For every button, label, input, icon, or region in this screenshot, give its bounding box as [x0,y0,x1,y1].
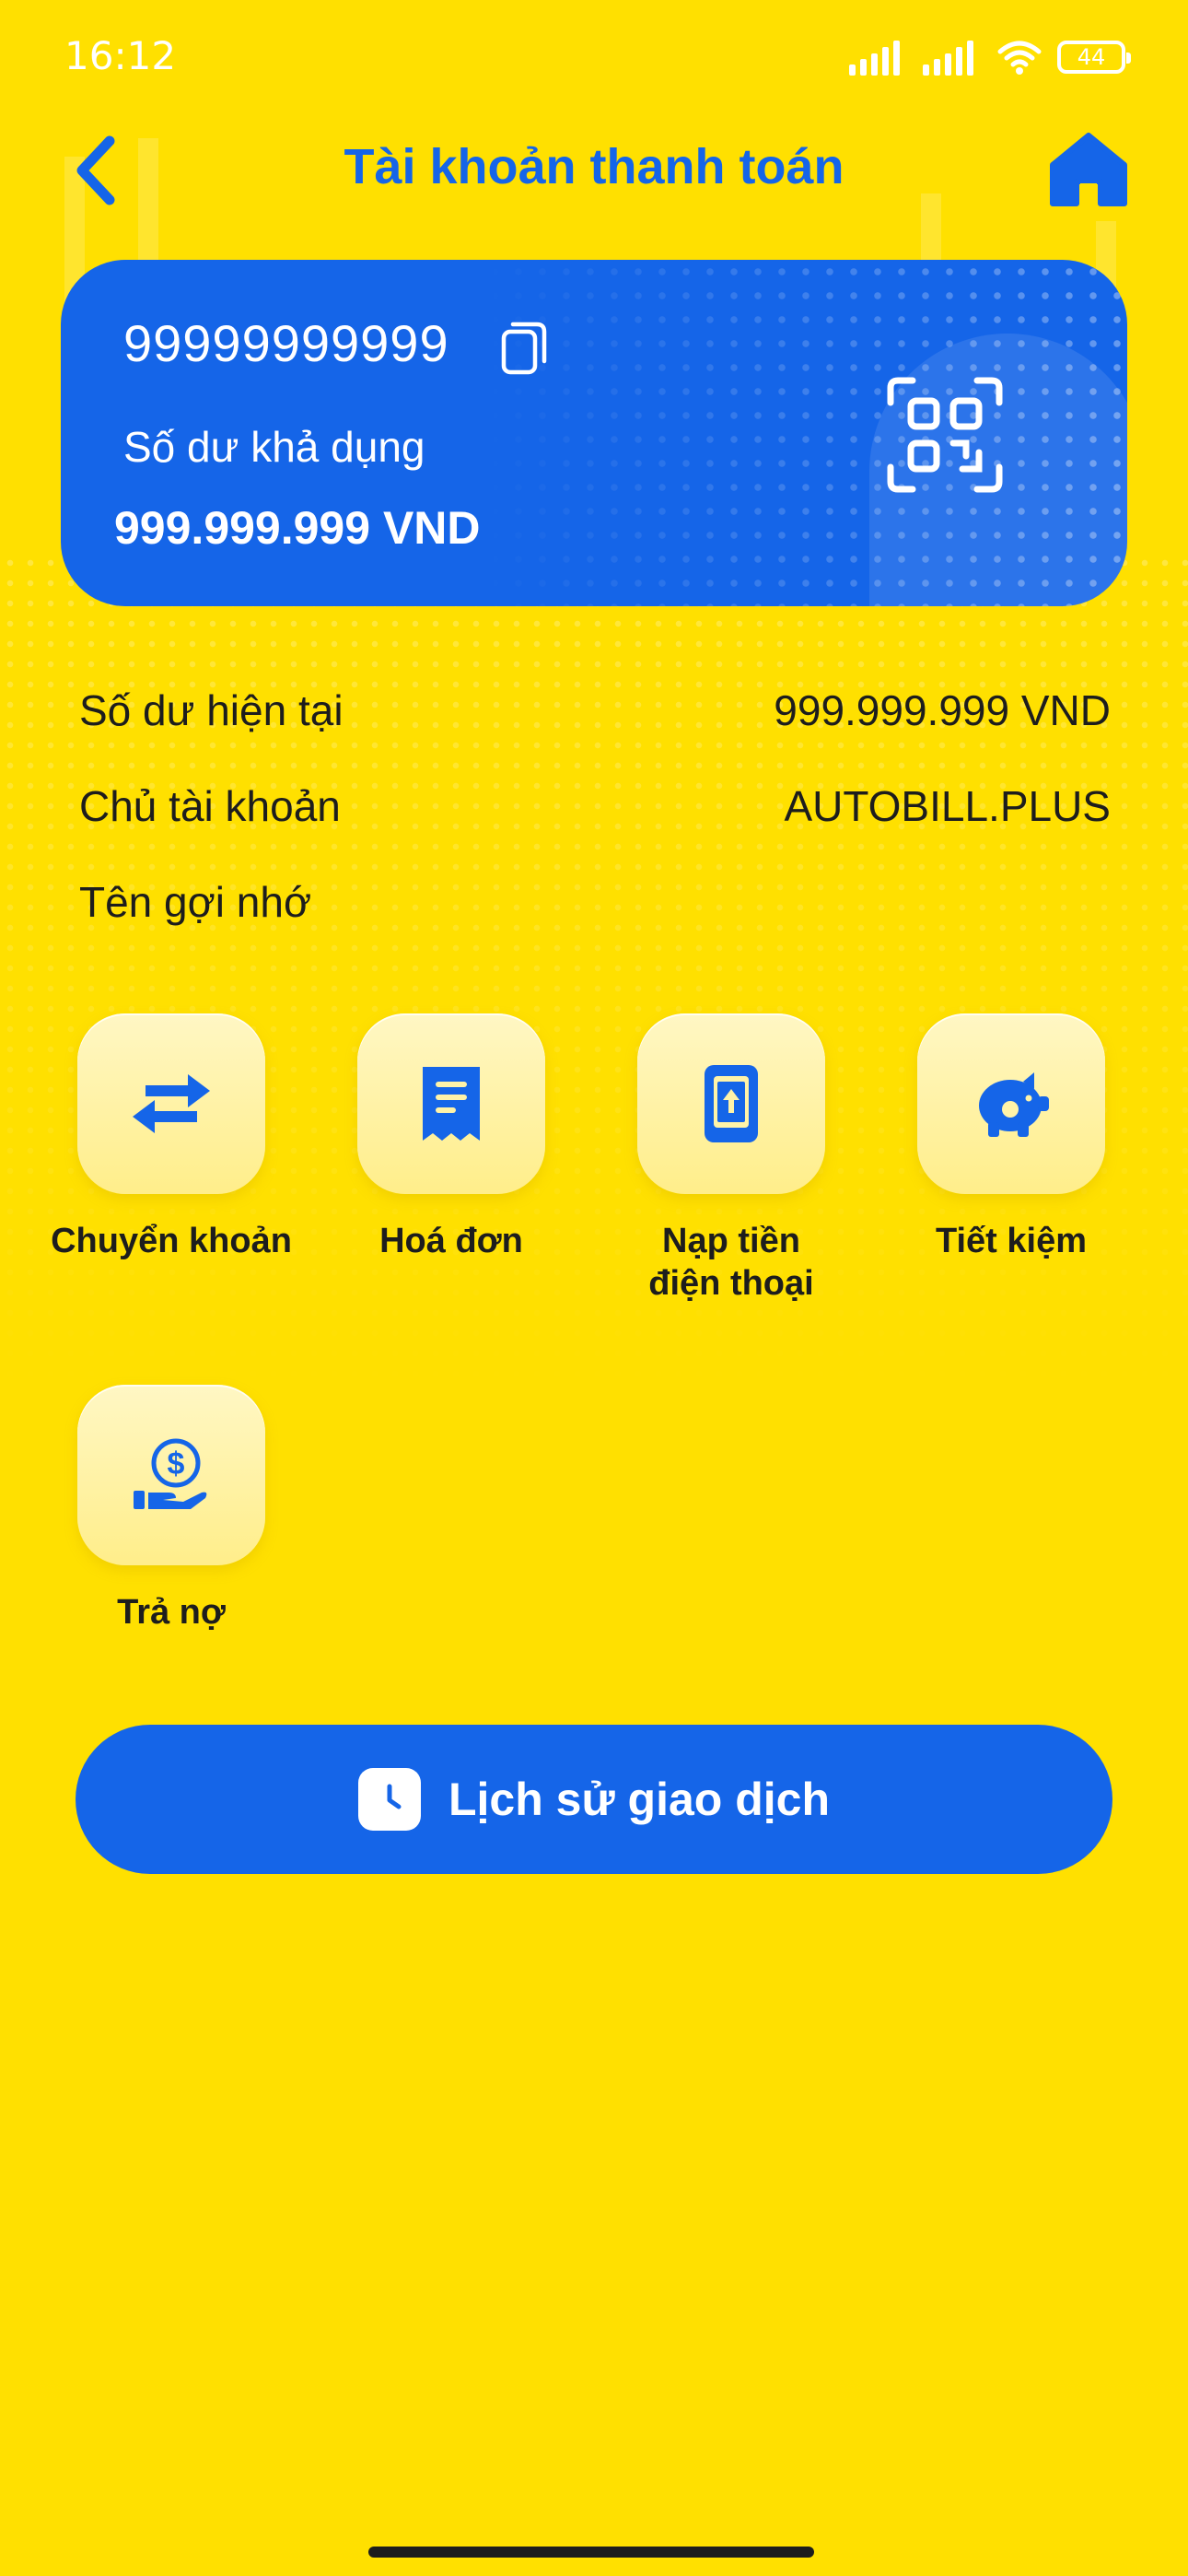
action-label: Nạp tiền điện thoại [648,1222,814,1303]
current-balance-label: Số dư hiện tại [79,686,344,734]
action-phone-topup[interactable]: Nạp tiền điện thoại [593,1013,869,1305]
page-title: Tài khoản thanh toán [344,139,844,194]
debt-payment-icon: $ [134,1438,207,1509]
nickname-row: Tên gợi nhớ [79,877,1111,942]
battery-indicator: 44 [1057,41,1131,74]
copy-button[interactable] [492,315,556,380]
account-number: 99999999999 [123,314,449,372]
available-balance-value: 999.999.999 VND [114,502,481,554]
status-icons: 44 [849,37,1131,77]
qr-code-icon [887,377,1003,493]
battery-level: 44 [1077,44,1106,70]
phone-topup-icon [705,1065,758,1142]
piggy-bank-icon [979,1072,1049,1137]
home-button[interactable] [1044,125,1133,214]
home-icon [1050,133,1127,206]
copy-icon [501,322,547,375]
action-label: Trả nợ [117,1593,226,1632]
account-owner-label: Chủ tài khoản [79,782,341,830]
chevron-left-icon [76,135,115,205]
nickname-label: Tên gợi nhớ [79,878,312,926]
transaction-history-button[interactable]: Lịch sử giao dịch [76,1725,1112,1874]
action-tile[interactable]: $ [77,1385,265,1565]
clock-glyph [387,1784,402,1809]
action-label: Chuyển khoản [51,1222,292,1260]
action-tile[interactable] [637,1013,825,1194]
transfer-icon [133,1074,210,1133]
svg-text:$: $ [168,1446,185,1481]
action-tile[interactable] [357,1013,545,1194]
current-balance-value: 999.999.999 VND [774,686,1111,734]
wifi-icon [997,41,1042,75]
account-owner-value: AUTOBILL.PLUS [784,782,1111,830]
status-time: 16:12 [64,33,177,78]
action-savings[interactable]: Tiết kiệm [873,1013,1149,1262]
action-transfer[interactable]: Chuyển khoản [33,1013,309,1262]
available-balance-label: Số dư khả dụng [123,423,425,471]
account-owner-row: Chủ tài khoản AUTOBILL.PLUS [79,781,1111,846]
qr-button[interactable] [880,370,1009,499]
action-debt-payment[interactable]: $ Trả nợ [33,1385,309,1633]
signal-icon [923,41,973,76]
signal-icon [849,41,900,76]
home-indicator[interactable] [368,2547,814,2558]
current-balance-row: Số dư hiện tại 999.999.999 VND [79,685,1111,750]
clock-icon [357,1768,421,1831]
action-tile[interactable] [917,1013,1105,1194]
action-tile[interactable] [77,1013,265,1194]
receipt-icon [423,1067,480,1141]
account-card: 99999999999 Số dư khả dụng 999.999.999 V… [61,260,1127,606]
transaction-history-label: Lịch sử giao dịch [448,1774,831,1825]
action-label: Tiết kiệm [935,1222,1088,1260]
status-bar: 16:12 44 [0,0,1188,111]
action-label: Hoá đơn [379,1222,523,1260]
action-bill[interactable]: Hoá đơn [313,1013,589,1262]
back-button[interactable] [55,129,138,212]
header: Tài khoản thanh toán [0,120,1188,221]
